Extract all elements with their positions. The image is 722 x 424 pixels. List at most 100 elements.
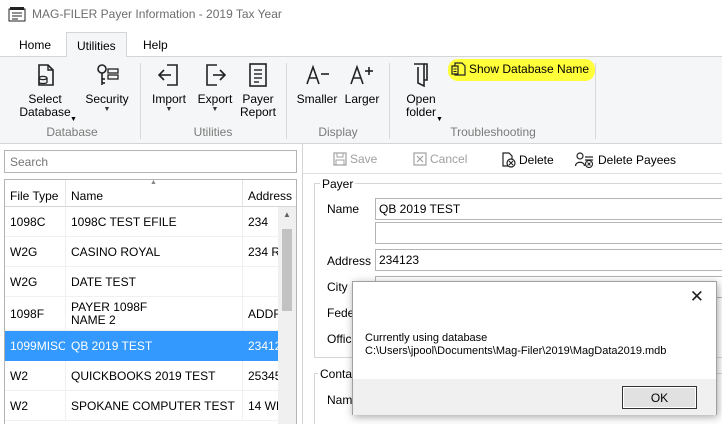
- dropdown-caret-icon: ▼: [165, 106, 173, 113]
- export-button[interactable]: Export ▼: [194, 61, 236, 114]
- import-icon: [157, 64, 178, 86]
- search-input[interactable]: [4, 150, 297, 173]
- address-label: Address: [327, 254, 372, 268]
- group-separator: [389, 63, 390, 139]
- larger-label: Larger: [344, 92, 380, 106]
- cell-file-type: W2: [5, 391, 66, 421]
- group-label-troubleshooting: Troubleshooting: [450, 125, 536, 139]
- cell-name: CASINO ROYAL: [66, 237, 243, 267]
- cell-address: 234 RO: [248, 244, 278, 259]
- name-field[interactable]: QB 2019 TEST: [375, 198, 722, 220]
- payer-report-button[interactable]: Payer Report: [238, 61, 278, 119]
- group-label-display: Display: [318, 125, 358, 139]
- toolbar-divider: [303, 173, 722, 174]
- sort-ascending-icon: ▲: [150, 179, 157, 186]
- dialog-message: Currently using database: [365, 332, 488, 344]
- app-icon: [8, 7, 26, 22]
- select-database-label-1: Select: [28, 92, 62, 106]
- tab-help[interactable]: Help: [133, 32, 178, 58]
- database-info-dialog: ✕ Currently using database C:\Users\jpoo…: [352, 281, 717, 415]
- window-title: MAG-FILER Payer Information - 2019 Tax Y…: [32, 7, 282, 21]
- cell-file-type: W2G: [5, 237, 66, 267]
- column-header-file-type[interactable]: File Type: [5, 180, 66, 207]
- table-row[interactable]: 1098C 1098C TEST EFILE 234: [5, 207, 278, 237]
- dialog-database-path: C:\Users\jpool\Documents\Mag-Filer\2019\…: [365, 345, 667, 357]
- cell-name: DATE TEST: [66, 267, 243, 297]
- payer-report-label-2: Report: [239, 105, 277, 119]
- security-button[interactable]: Security ▼: [84, 61, 130, 114]
- save-icon: [333, 152, 347, 166]
- column-header-address[interactable]: Address: [243, 180, 296, 207]
- payer-grid: File Type Name ▲ Address 1098C 1098C TES…: [4, 179, 297, 424]
- federal-id-label: Fede: [327, 306, 355, 320]
- table-row[interactable]: 1098F PAYER 1098F NAME 2 ADDRE: [5, 297, 278, 331]
- cell-name: QB 2019 TEST: [66, 331, 243, 361]
- group-separator: [595, 63, 596, 139]
- scrollbar-thumb[interactable]: [282, 229, 292, 311]
- dropdown-caret-icon: ▼: [211, 106, 219, 113]
- select-database-button[interactable]: Select Database ▼: [14, 61, 77, 123]
- open-folder-label-2: folder: [405, 105, 437, 119]
- name2-field[interactable]: [375, 222, 722, 244]
- folder-icon: [414, 63, 428, 88]
- address-field[interactable]: 234123: [375, 249, 722, 271]
- table-row[interactable]: W2 SPOKANE COMPUTER TEST 14 WE: [5, 391, 278, 421]
- open-folder-button[interactable]: Open folder ▼: [398, 61, 444, 123]
- contact-name-label: Nam: [327, 393, 353, 407]
- show-database-name-button[interactable]: Show Database Name: [448, 59, 596, 81]
- ok-button[interactable]: OK: [622, 386, 697, 409]
- cell-address: ADDRE: [248, 306, 278, 321]
- delete-icon: [502, 152, 516, 168]
- group-label-database: Database: [46, 125, 98, 139]
- import-label: Import: [151, 92, 186, 106]
- pane-splitter[interactable]: [302, 144, 303, 424]
- font-smaller-icon: [306, 64, 329, 85]
- cell-file-type: 1098F: [5, 297, 66, 331]
- delete-payees-button[interactable]: Delete Payees: [575, 152, 676, 168]
- table-row[interactable]: W2 QUICKBOOKS 2019 TEST 253456: [5, 361, 278, 391]
- font-larger-icon: [350, 64, 373, 85]
- payer-report-label-1: Payer: [242, 92, 274, 106]
- cell-name: SPOKANE COMPUTER TEST: [66, 391, 243, 421]
- cancel-button[interactable]: Cancel: [413, 152, 467, 166]
- dialog-footer: OK: [353, 379, 716, 415]
- table-row[interactable]: W2G CASINO ROYAL 234 RO: [5, 237, 278, 267]
- smaller-button[interactable]: Smaller: [294, 61, 340, 106]
- smaller-label: Smaller: [296, 92, 338, 106]
- grid-scrollbar[interactable]: ▲: [278, 207, 296, 424]
- cell-name: PAYER 1098F NAME 2: [66, 297, 243, 331]
- cell-address: 253456: [248, 368, 278, 383]
- delete-button[interactable]: Delete: [500, 152, 554, 168]
- dropdown-caret-icon: ▼: [103, 106, 111, 113]
- save-label: Save: [350, 152, 378, 166]
- cell-address: 234: [248, 214, 269, 229]
- office-label: Offic: [327, 332, 352, 346]
- cancel-label: Cancel: [430, 152, 468, 166]
- tab-utilities[interactable]: Utilities: [66, 32, 127, 58]
- close-icon[interactable]: ✕: [690, 287, 704, 307]
- group-separator: [140, 63, 141, 139]
- export-icon: [206, 64, 227, 86]
- cell-file-type: W2: [5, 361, 66, 391]
- security-label: Security: [85, 92, 129, 106]
- cell-file-type: 1098C: [5, 207, 66, 237]
- key-icon: [97, 64, 119, 85]
- import-button[interactable]: Import ▼: [148, 61, 190, 114]
- larger-button[interactable]: Larger: [342, 61, 382, 106]
- cell-address: 234123: [248, 338, 278, 353]
- tab-home[interactable]: Home: [9, 32, 61, 58]
- open-folder-label-1: Open: [406, 92, 436, 106]
- grid-header: File Type Name ▲ Address: [5, 180, 296, 207]
- save-button[interactable]: Save: [333, 152, 377, 166]
- city-label: City: [327, 280, 348, 294]
- group-label-utilities: Utilities: [193, 125, 233, 139]
- table-row-selected[interactable]: 1099MISC QB 2019 TEST 234123: [5, 331, 278, 361]
- ribbon: Select Database ▼ Security ▼ Database Im…: [0, 57, 722, 144]
- select-database-label-2: Database: [19, 105, 71, 119]
- scroll-up-icon[interactable]: ▲: [283, 210, 291, 219]
- database-name-icon: [451, 62, 466, 76]
- table-row[interactable]: W2G DATE TEST: [5, 267, 278, 297]
- export-label: Export: [197, 92, 233, 106]
- cell-address: 14 WE: [248, 398, 278, 413]
- cell-file-type: W2G: [5, 267, 66, 297]
